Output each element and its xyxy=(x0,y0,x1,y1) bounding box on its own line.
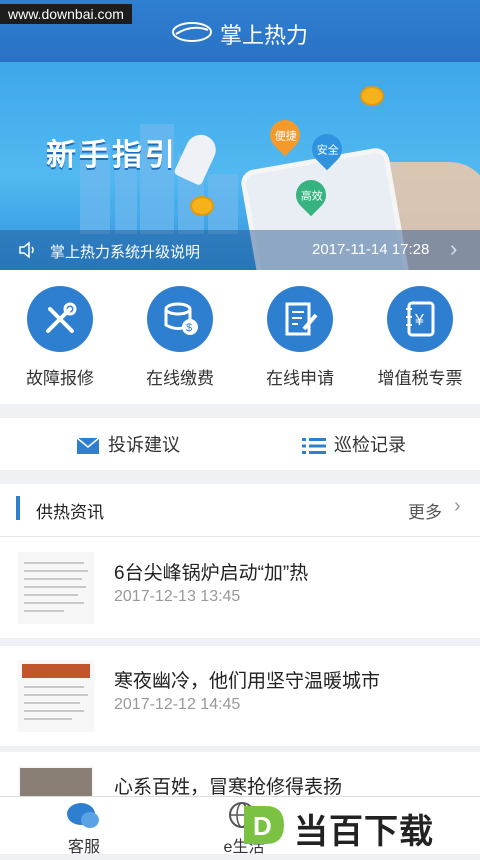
chat-bubble-icon xyxy=(67,803,99,828)
yuan-notebook-icon: ¥ xyxy=(387,286,453,352)
app-title: 掌上热力 xyxy=(220,23,309,48)
download-site-watermark: D 当百下载 xyxy=(236,800,480,851)
quick-action-label: 增值税专票 xyxy=(377,369,463,388)
tab-customer-service[interactable]: 客服 xyxy=(24,797,144,856)
site-watermark: www.downbai.com xyxy=(0,4,132,24)
news-title: 6台尖峰锅炉启动“加”热 xyxy=(114,563,309,584)
news-header: 供热资讯 更多 › xyxy=(0,484,480,537)
document-edit-icon xyxy=(267,286,333,352)
quick-action-label: 故障报修 xyxy=(26,369,94,388)
svg-text:$: $ xyxy=(186,322,192,334)
banner-headline: 新手指引 xyxy=(46,139,178,172)
quick-action-apply[interactable]: 在线申请 xyxy=(240,286,360,389)
news-item[interactable]: 寒夜幽冷，他们用坚守温暖城市 2017-12-12 14:45 xyxy=(0,646,480,754)
pin-convenient-icon: 便捷 xyxy=(263,113,307,157)
quick-action-repair[interactable]: 故障报修 xyxy=(0,286,120,389)
complaint-link[interactable]: 投诉建议 xyxy=(76,431,180,457)
quick-action-pay[interactable]: $ 在线缴费 xyxy=(120,286,240,389)
brand-watermark-text: 当百下载 xyxy=(294,813,434,851)
news-item[interactable]: 6台尖峰锅炉启动“加”热 2017-12-13 13:45 xyxy=(0,538,480,646)
quick-action-label: 在线缴费 xyxy=(146,369,214,388)
chevron-right-icon[interactable]: › xyxy=(454,495,461,518)
list-icon xyxy=(302,438,326,455)
inspection-link[interactable]: 巡检记录 xyxy=(302,431,406,457)
news-title: 寒夜幽冷，他们用坚守温暖城市 xyxy=(114,671,381,692)
tab-label: 客服 xyxy=(67,839,100,856)
notice-text: 掌上热力系统升级说明 xyxy=(50,244,201,261)
news-date: 2017-12-13 13:45 xyxy=(114,588,241,605)
d-logo-icon: D xyxy=(244,806,284,844)
svg-text:D: D xyxy=(253,811,272,841)
quick-actions: 故障报修 $ 在线缴费 在线申请 ¥ 增值税专票 xyxy=(0,270,480,404)
news-more-button[interactable]: 更多 xyxy=(408,498,442,523)
svg-text:¥: ¥ xyxy=(414,312,424,329)
inspection-label: 巡检记录 xyxy=(334,435,406,455)
repair-tools-icon xyxy=(27,286,93,352)
news-section: 供热资讯 更多 › 6台尖峰锅炉启动“加”热 2017-12-13 13:45 … xyxy=(0,484,480,860)
quick-action-invoice[interactable]: ¥ 增值税专票 xyxy=(360,286,480,389)
news-thumbnail xyxy=(18,552,94,624)
coins-payment-icon: $ xyxy=(147,286,213,352)
quick-action-label: 在线申请 xyxy=(266,369,334,388)
coin-icon xyxy=(360,86,384,106)
speaker-icon xyxy=(19,241,34,259)
section-accent-bar xyxy=(16,496,20,520)
city-building xyxy=(115,164,137,234)
news-title: 心系百姓，冒寒抢修得表扬 xyxy=(114,777,343,798)
complaint-label: 投诉建议 xyxy=(108,435,180,455)
beijing-heat-logo xyxy=(172,22,212,42)
coin-icon xyxy=(190,196,214,216)
news-section-title: 供热资讯 xyxy=(36,503,104,522)
news-date: 2017-12-12 14:45 xyxy=(114,696,241,713)
links-row: 投诉建议 巡检记录 xyxy=(0,418,480,470)
notice-time: 2017-11-14 17:28 xyxy=(312,241,430,258)
notice-bar[interactable]: 掌上热力系统升级说明 2017-11-14 17:28 › xyxy=(0,230,480,270)
envelope-icon xyxy=(76,437,100,455)
chevron-right-icon: › xyxy=(450,236,458,261)
news-thumbnail xyxy=(18,660,94,732)
